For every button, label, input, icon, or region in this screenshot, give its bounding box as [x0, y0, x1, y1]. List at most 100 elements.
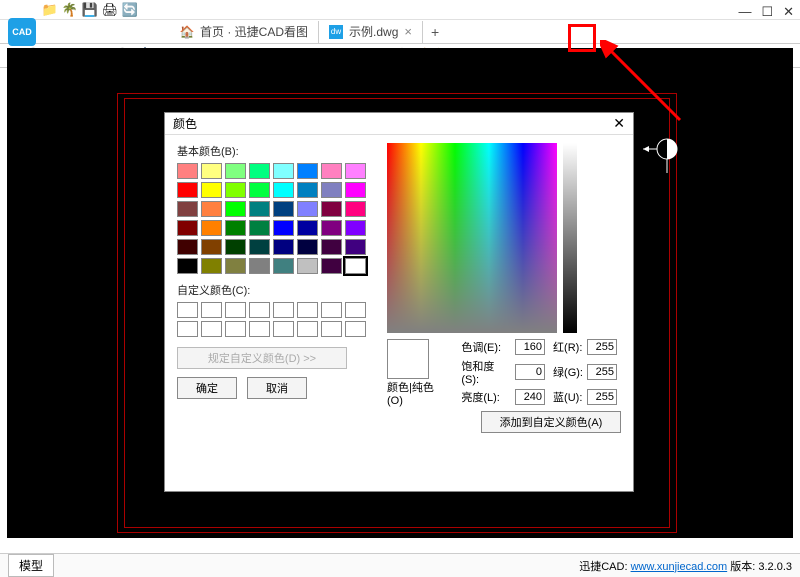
basic-swatch[interactable] [297, 163, 318, 179]
basic-swatch[interactable] [345, 163, 366, 179]
custom-swatch[interactable] [225, 302, 246, 318]
custom-swatch[interactable] [201, 321, 222, 337]
basic-swatch[interactable] [177, 163, 198, 179]
custom-swatch[interactable] [345, 321, 366, 337]
lum-label: 亮度(L): [461, 389, 511, 405]
basic-swatch[interactable] [201, 201, 222, 217]
custom-swatch[interactable] [225, 321, 246, 337]
basic-swatch[interactable] [273, 163, 294, 179]
tab-close-icon[interactable]: × [404, 24, 412, 39]
basic-swatch[interactable] [273, 201, 294, 217]
basic-swatch[interactable] [249, 182, 270, 198]
lum-input[interactable] [515, 389, 545, 405]
basic-swatch[interactable] [321, 163, 342, 179]
custom-swatch[interactable] [297, 321, 318, 337]
refresh-icon[interactable]: 🔄 [122, 2, 138, 18]
basic-swatch[interactable] [249, 163, 270, 179]
basic-swatch[interactable] [225, 258, 246, 274]
custom-swatch[interactable] [177, 321, 198, 337]
close-icon[interactable]: ✕ [783, 4, 794, 20]
palm-icon[interactable]: 🌴 [62, 2, 78, 18]
basic-color-grid [177, 163, 377, 274]
luminance-slider[interactable] [563, 143, 577, 333]
basic-swatch[interactable] [321, 258, 342, 274]
website-link[interactable]: www.xunjiecad.com [631, 561, 728, 573]
custom-swatch[interactable] [201, 302, 222, 318]
basic-swatch[interactable] [225, 239, 246, 255]
sat-input[interactable] [515, 364, 545, 380]
custom-swatch[interactable] [345, 302, 366, 318]
basic-swatch[interactable] [345, 239, 366, 255]
basic-swatch[interactable] [225, 220, 246, 236]
basic-swatch[interactable] [225, 201, 246, 217]
basic-swatch[interactable] [225, 182, 246, 198]
status-info: 迅捷CAD: www.xunjiecad.com 版本: 3.2.0.3 [579, 558, 792, 574]
basic-swatch[interactable] [177, 182, 198, 198]
brand-label: 迅捷CAD: [579, 561, 627, 573]
basic-swatch[interactable] [201, 220, 222, 236]
basic-swatch[interactable] [273, 220, 294, 236]
basic-swatch[interactable] [177, 258, 198, 274]
basic-swatch[interactable] [177, 239, 198, 255]
save-icon[interactable]: 💾 [82, 2, 98, 18]
blue-input[interactable] [587, 389, 617, 405]
minimize-icon[interactable]: — [738, 4, 751, 20]
custom-swatch[interactable] [297, 302, 318, 318]
tab-home[interactable]: 🏠 首页 · 迅捷CAD看图 [170, 21, 319, 43]
basic-swatch[interactable] [321, 201, 342, 217]
add-custom-button[interactable]: 添加到自定义颜色(A) [481, 411, 621, 433]
basic-swatch[interactable] [249, 201, 270, 217]
basic-swatch[interactable] [201, 182, 222, 198]
ok-button[interactable]: 确定 [177, 377, 237, 399]
basic-swatch[interactable] [177, 201, 198, 217]
basic-swatch[interactable] [249, 239, 270, 255]
custom-swatch[interactable] [273, 321, 294, 337]
basic-swatch[interactable] [321, 182, 342, 198]
hue-label: 色调(E): [461, 339, 511, 355]
basic-swatch[interactable] [321, 239, 342, 255]
basic-swatch[interactable] [249, 220, 270, 236]
folder-icon[interactable]: 📁 [42, 2, 58, 18]
basic-swatch[interactable] [321, 220, 342, 236]
basic-swatch[interactable] [297, 220, 318, 236]
dialog-close-icon[interactable]: ✕ [613, 115, 625, 132]
basic-swatch[interactable] [273, 258, 294, 274]
red-input[interactable] [587, 339, 617, 355]
basic-swatch[interactable] [345, 182, 366, 198]
basic-swatch[interactable] [249, 258, 270, 274]
color-spectrum[interactable] [387, 143, 557, 333]
maximize-icon[interactable]: ☐ [761, 4, 773, 20]
blue-label: 蓝(U): [553, 389, 583, 405]
custom-swatch[interactable] [177, 302, 198, 318]
basic-swatch[interactable] [201, 258, 222, 274]
basic-swatch[interactable] [225, 163, 246, 179]
basic-swatch[interactable] [297, 201, 318, 217]
custom-swatch[interactable] [249, 321, 270, 337]
tab-file-label: 示例.dwg [349, 23, 398, 40]
custom-swatch[interactable] [321, 302, 342, 318]
basic-swatch[interactable] [273, 182, 294, 198]
basic-swatch[interactable] [345, 220, 366, 236]
basic-swatch[interactable] [177, 220, 198, 236]
print-icon[interactable]: 🖨 [102, 2, 118, 18]
basic-swatch[interactable] [297, 239, 318, 255]
compass-widget[interactable] [637, 133, 683, 179]
basic-swatch[interactable] [345, 201, 366, 217]
status-bar: 模型 迅捷CAD: www.xunjiecad.com 版本: 3.2.0.3 [0, 553, 800, 577]
cancel-button[interactable]: 取消 [247, 377, 307, 399]
basic-swatch[interactable] [201, 239, 222, 255]
version-label: 版本: [730, 561, 755, 573]
tab-add-button[interactable]: + [423, 24, 447, 40]
basic-swatch[interactable] [297, 258, 318, 274]
tab-file[interactable]: dw 示例.dwg × [319, 21, 423, 43]
custom-swatch[interactable] [249, 302, 270, 318]
basic-swatch[interactable] [201, 163, 222, 179]
custom-swatch[interactable] [273, 302, 294, 318]
green-input[interactable] [587, 364, 617, 380]
hue-input[interactable] [515, 339, 545, 355]
model-tab[interactable]: 模型 [8, 554, 54, 577]
custom-swatch[interactable] [321, 321, 342, 337]
basic-swatch[interactable] [345, 258, 366, 274]
basic-swatch[interactable] [273, 239, 294, 255]
basic-swatch[interactable] [297, 182, 318, 198]
